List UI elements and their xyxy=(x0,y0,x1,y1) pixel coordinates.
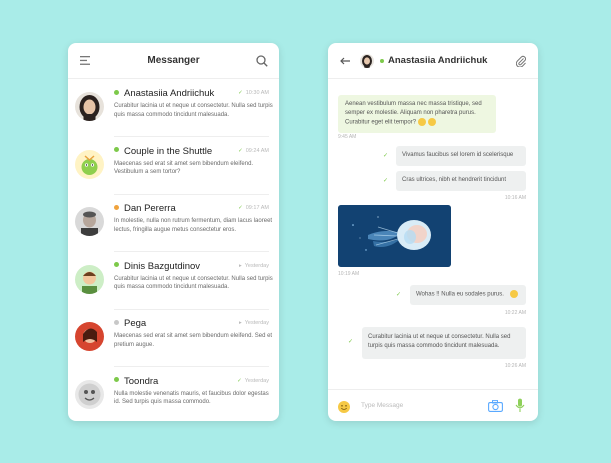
contact-name: Dan Pererra xyxy=(124,203,176,214)
play-icon: ▸ xyxy=(238,320,242,326)
message-time: 09:24 AM xyxy=(245,147,269,154)
message-time: Yesterday xyxy=(244,320,269,326)
messenger-screen: Messanger Anastasiia Andriichuk ✓ 10:30 AM… xyxy=(68,43,279,421)
status-dot xyxy=(114,262,119,268)
conversation-item[interactable]: Toondra ✓ Yesterday Nulla molestie venenati… xyxy=(68,367,279,422)
messenger-header: Messanger xyxy=(68,43,279,79)
smiley-emoji-icon xyxy=(428,118,437,126)
play-icon: ▸ xyxy=(238,262,242,269)
read-check-icon: ✓ xyxy=(238,205,243,211)
read-check-icon: ✓ xyxy=(237,377,242,384)
message-preview: Nulla molestie venenatis mauris, et fauc… xyxy=(114,390,269,406)
smiley-emoji-icon xyxy=(509,290,518,298)
chat-screen: Anastasiia Andriichuk Aenean vestibulum … xyxy=(328,43,538,421)
avatar xyxy=(75,149,104,179)
message-time: 10:30 AM xyxy=(245,90,269,96)
conversation-item[interactable]: Dinis Bazgutdinov ▸ Yesterday Curabitur lac… xyxy=(68,252,279,310)
smile-icon[interactable] xyxy=(338,400,350,413)
outgoing-message: Curabitur lacinia ut et neque ut consect… xyxy=(362,327,526,359)
contact-name: Dinis Bazgutdinov xyxy=(124,260,201,272)
contact-name: Toondra xyxy=(124,375,159,387)
message-preview: Curabitur lacinia ut et neque ut consect… xyxy=(114,103,273,118)
message-input[interactable]: Type Message xyxy=(361,402,403,409)
camera-icon[interactable] xyxy=(488,399,503,417)
message-composer: Type Message xyxy=(328,389,538,421)
incoming-message-text: Aenean vestibulum massa nec massa tristi… xyxy=(345,101,482,126)
read-check-icon: ✓ xyxy=(383,178,389,184)
smiley-emoji-icon xyxy=(418,118,427,126)
status-dot xyxy=(114,89,119,95)
jellyfish-image[interactable] xyxy=(338,205,451,267)
avatar xyxy=(75,207,104,236)
avatar xyxy=(75,92,104,121)
message-timestamp: 10:19 AM xyxy=(338,271,360,277)
conversation-item[interactable]: Pega ▸ Yesterday Maecenas sed erat sit amet… xyxy=(68,309,279,367)
message-timestamp: 10:22 AM xyxy=(504,310,526,316)
outgoing-message-text: Wohas !! Nulla eu sodales purus. xyxy=(416,291,504,298)
message-time: Yesterday xyxy=(244,377,269,384)
message-timestamp: 9:45 AM xyxy=(338,134,357,140)
conversation-item[interactable]: Anastasiia Andriichuk ✓ 10:30 AM Curabitur … xyxy=(68,79,279,137)
message-time: Yesterday xyxy=(244,262,269,269)
status-dot xyxy=(114,147,119,153)
paperclip-icon[interactable] xyxy=(513,53,529,69)
incoming-message: Aenean vestibulum massa nec massa tristi… xyxy=(338,95,496,133)
outgoing-message: Cras ultrices, nibh et hendrerit tincidu… xyxy=(396,171,526,191)
message-timestamp: 10:16 AM xyxy=(504,195,526,201)
contact-name: Pega xyxy=(124,318,147,329)
microphone-icon[interactable] xyxy=(515,398,525,418)
read-check-icon: ✓ xyxy=(348,339,354,345)
status-dot xyxy=(114,204,119,210)
status-dot xyxy=(114,319,119,325)
status-dot xyxy=(114,377,119,383)
message-preview: Maecenas sed erat sit amet sem bibendum … xyxy=(114,160,254,176)
message-preview: In molestie, nulla non rutrum fermentum,… xyxy=(114,218,273,233)
message-preview: Maecenas sed erat sit amet sem bibendum … xyxy=(114,333,273,348)
page-title: Messanger xyxy=(147,55,200,66)
conversation-item[interactable]: Dan Pererra ✓ 09:17 AM In molestie, nulla n… xyxy=(68,194,279,252)
read-check-icon: ✓ xyxy=(383,153,389,159)
outgoing-message: Wohas !! Nulla eu sodales purus. xyxy=(410,285,526,305)
read-check-icon: ✓ xyxy=(238,90,243,96)
chat-contact-name: Anastasiia Andriichuk xyxy=(388,55,488,66)
read-check-icon: ✓ xyxy=(396,292,402,298)
message-timestamp: 10:26 AM xyxy=(504,363,526,369)
read-check-icon: ✓ xyxy=(238,147,243,154)
avatar[interactable] xyxy=(360,53,374,68)
search-icon[interactable] xyxy=(254,53,270,69)
avatar xyxy=(75,264,104,294)
message-time: 09:17 AM xyxy=(245,205,269,211)
avatar xyxy=(75,322,104,351)
message-preview: Curabitur lacinia ut et neque ut consect… xyxy=(114,275,273,291)
arrow-left-icon[interactable] xyxy=(337,53,353,69)
avatar xyxy=(75,379,104,409)
online-dot xyxy=(380,58,384,63)
conversation-item[interactable]: Couple in the Shuttle ✓ 09:24 AM Maecenas s… xyxy=(68,137,279,195)
chat-header: Anastasiia Andriichuk xyxy=(328,43,538,79)
contact-name: Anastasiia Andriichuk xyxy=(124,88,215,99)
contact-name: Couple in the Shuttle xyxy=(124,145,213,157)
outgoing-message: Vivamus faucibus sel lorem id scelerisqu… xyxy=(396,146,526,166)
hamburger-icon[interactable] xyxy=(77,53,93,69)
